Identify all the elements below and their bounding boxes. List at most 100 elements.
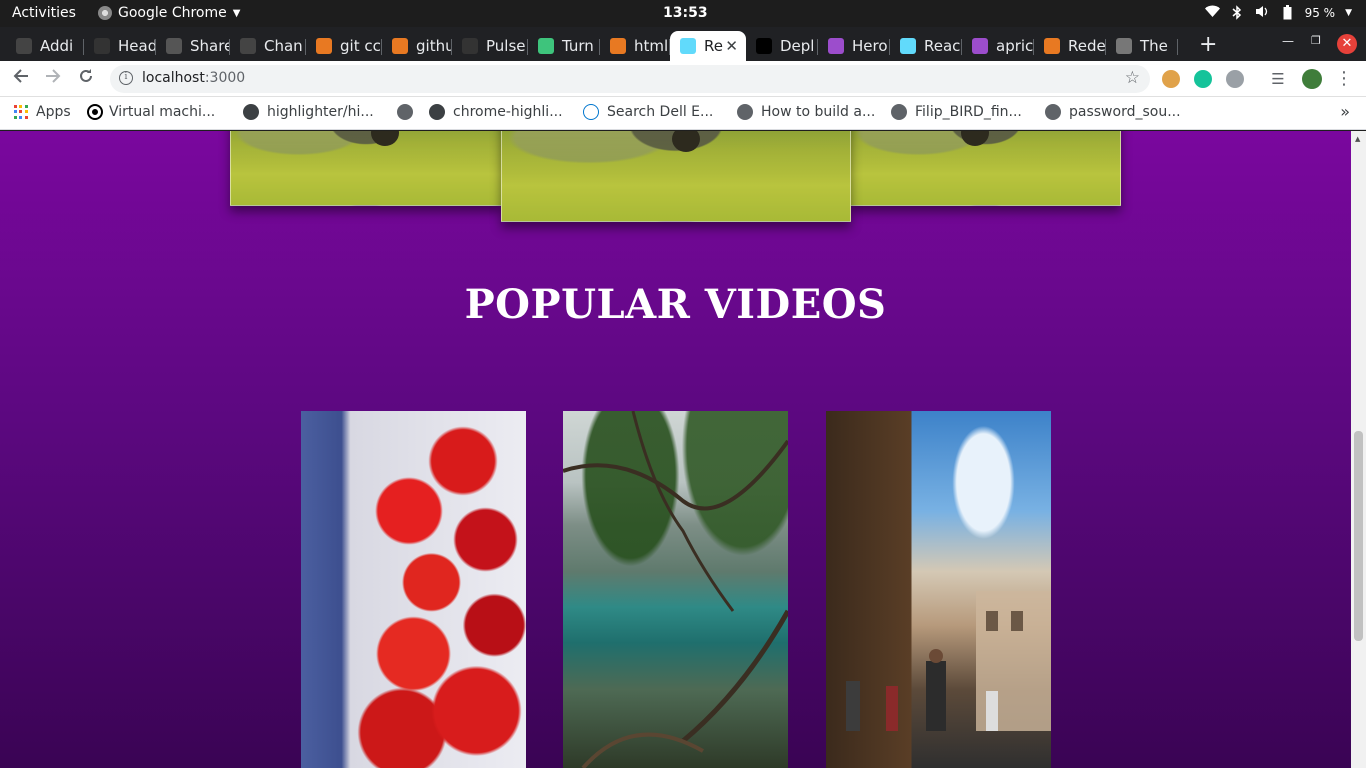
tab-label: Head bbox=[118, 37, 156, 55]
bookmark-password-source[interactable]: password_sou... bbox=[1045, 104, 1181, 120]
apps-grid-icon bbox=[14, 105, 28, 119]
page-viewport: POPULAR VIDEOS ▲ bbox=[0, 131, 1366, 768]
site-info-icon[interactable]: i bbox=[119, 71, 133, 85]
page-scrollbar[interactable]: ▲ bbox=[1351, 131, 1366, 768]
new-tab-button[interactable]: + bbox=[1199, 32, 1217, 57]
chevron-down-icon: ▼ bbox=[1345, 7, 1352, 18]
tab-favicon-icon bbox=[900, 38, 916, 54]
tab-4[interactable]: git cc bbox=[306, 31, 382, 61]
crowd-overlay bbox=[846, 591, 1051, 731]
tab-favicon-icon bbox=[94, 38, 110, 54]
carousel-image-left[interactable] bbox=[230, 131, 502, 206]
bookmark-highlighter[interactable]: highlighter/hi... bbox=[243, 104, 374, 120]
bookmark-globe[interactable] bbox=[397, 104, 413, 120]
tab-favicon-icon bbox=[972, 38, 988, 54]
tab-3[interactable]: Chan bbox=[230, 31, 306, 61]
tab-7[interactable]: Turn bbox=[528, 31, 600, 61]
tab-8[interactable]: html bbox=[600, 31, 670, 61]
extension-gray-icon[interactable] bbox=[1226, 70, 1244, 88]
carousel-image-right[interactable] bbox=[850, 131, 1121, 206]
chevron-down-icon: ▼ bbox=[232, 7, 241, 19]
bookmark-filip-bird[interactable]: Filip_BIRD_fin... bbox=[891, 104, 1022, 120]
tab-9[interactable]: Re ✕ bbox=[670, 31, 746, 61]
tab-label: Hero bbox=[852, 37, 888, 55]
bluetooth-icon bbox=[1230, 5, 1245, 20]
tab-13[interactable]: apric bbox=[962, 31, 1034, 61]
tab-favicon-icon bbox=[392, 38, 408, 54]
arrow-left-icon bbox=[13, 69, 28, 83]
record-icon bbox=[89, 106, 101, 118]
tab-label: Pulse bbox=[486, 37, 526, 55]
tab-label: The bbox=[1140, 37, 1168, 55]
activities-button[interactable]: Activities bbox=[12, 5, 76, 21]
tab-strip: Addi Head Share Chan git cc githu Pulse Turn htm… bbox=[0, 27, 1366, 61]
bookmark-how-to-build[interactable]: How to build a... bbox=[737, 104, 875, 120]
address-bar[interactable]: i localhost:3000 ☆ bbox=[110, 65, 1150, 93]
globe-icon bbox=[891, 104, 907, 120]
carousel-image-center[interactable] bbox=[501, 131, 851, 222]
tab-6[interactable]: Pulse bbox=[452, 31, 528, 61]
scroll-up-icon[interactable]: ▲ bbox=[1355, 135, 1360, 143]
tab-15[interactable]: The bbox=[1106, 31, 1178, 61]
extension-owl-icon[interactable] bbox=[1162, 70, 1180, 88]
tab-label: html bbox=[634, 37, 669, 55]
close-window-button[interactable]: ✕ bbox=[1337, 34, 1357, 54]
tab-favicon-icon bbox=[680, 38, 696, 54]
system-top-bar: Activities Google Chrome ▼ 13:53 95 % ▼ bbox=[0, 0, 1366, 27]
app-menu[interactable]: Google Chrome ▼ bbox=[98, 5, 240, 21]
back-button[interactable] bbox=[9, 67, 33, 91]
tab-2[interactable]: Share bbox=[156, 31, 230, 61]
maximize-button[interactable]: ❐ bbox=[1311, 34, 1321, 47]
battery-level: 95 % bbox=[1304, 5, 1336, 20]
globe-icon bbox=[1045, 104, 1061, 120]
tree-branches-overlay bbox=[563, 411, 788, 768]
bookmark-apps[interactable]: Apps bbox=[14, 104, 71, 120]
bookmark-star-icon[interactable]: ☆ bbox=[1125, 68, 1140, 88]
battery-icon bbox=[1280, 5, 1295, 20]
tab-5[interactable]: githu bbox=[382, 31, 452, 61]
tab-0[interactable]: Addi bbox=[6, 31, 84, 61]
tab-label: Addi bbox=[40, 37, 74, 55]
tab-label: apric bbox=[996, 37, 1034, 55]
forward-button[interactable] bbox=[41, 67, 65, 91]
tab-14[interactable]: Rede bbox=[1034, 31, 1106, 61]
reload-button[interactable] bbox=[74, 67, 98, 91]
clock[interactable]: 13:53 bbox=[663, 5, 708, 21]
profile-avatar[interactable] bbox=[1302, 69, 1322, 89]
tab-label: Share bbox=[190, 37, 230, 55]
tab-separator bbox=[1177, 39, 1178, 55]
tab-label: Rede bbox=[1068, 37, 1106, 55]
video-card-mountain-lake[interactable] bbox=[563, 411, 788, 768]
video-card-old-town[interactable] bbox=[826, 411, 1051, 768]
tab-1[interactable]: Head bbox=[84, 31, 156, 61]
tab-favicon-icon bbox=[1116, 38, 1132, 54]
reload-icon bbox=[80, 69, 92, 82]
tab-favicon-icon bbox=[166, 38, 182, 54]
github-icon bbox=[243, 104, 259, 120]
tab-11[interactable]: Hero bbox=[818, 31, 890, 61]
tab-label: githu bbox=[416, 37, 452, 55]
bookmark-chrome-highlighter[interactable]: chrome-highli... bbox=[429, 104, 563, 120]
video-card-strawberries[interactable] bbox=[301, 411, 526, 768]
tab-favicon-icon bbox=[1044, 38, 1060, 54]
globe-icon bbox=[397, 104, 413, 120]
bookmarks-overflow-icon[interactable]: » bbox=[1340, 102, 1350, 121]
tab-favicon-icon bbox=[462, 38, 478, 54]
menu-kebab-icon[interactable]: ⋮ bbox=[1332, 67, 1356, 91]
scrollbar-thumb[interactable] bbox=[1354, 431, 1363, 641]
url-text: localhost:3000 bbox=[142, 70, 246, 86]
tab-favicon-icon bbox=[240, 38, 256, 54]
bookmark-virtual-machine[interactable]: Virtual machi... bbox=[89, 104, 215, 120]
system-tray[interactable]: 95 % ▼ bbox=[1204, 5, 1352, 20]
tab-10[interactable]: Depl bbox=[746, 31, 818, 61]
tab-12[interactable]: Reac bbox=[890, 31, 962, 61]
tab-label: Turn bbox=[562, 37, 594, 55]
tab-label: Chan bbox=[264, 37, 303, 55]
media-queue-icon[interactable]: ☰ bbox=[1266, 67, 1290, 91]
minimize-button[interactable]: — bbox=[1282, 34, 1294, 48]
bookmark-search-dell[interactable]: Search Dell E... bbox=[583, 104, 713, 120]
section-title: POPULAR VIDEOS bbox=[464, 281, 887, 328]
app-name: Google Chrome bbox=[118, 5, 227, 21]
grammarly-icon[interactable] bbox=[1194, 70, 1212, 88]
tab-close-icon[interactable]: ✕ bbox=[725, 37, 738, 55]
